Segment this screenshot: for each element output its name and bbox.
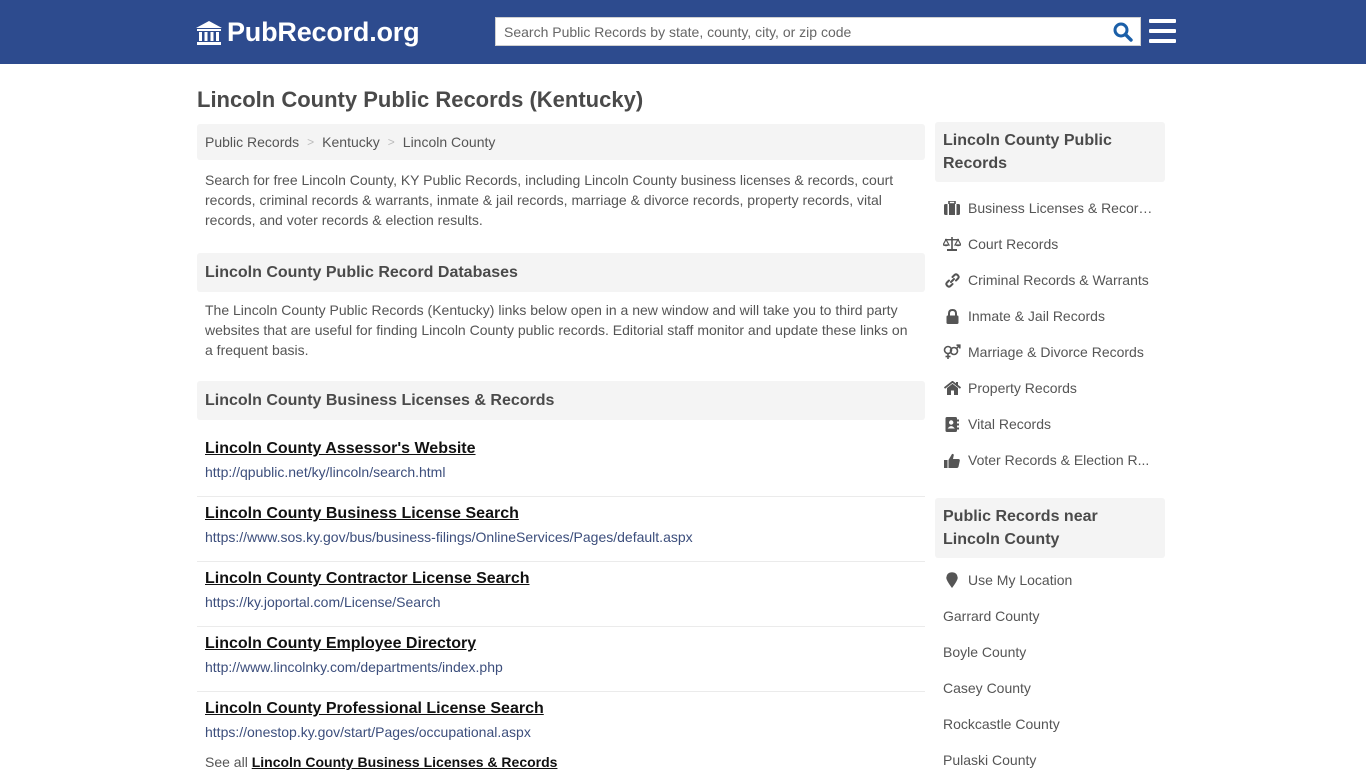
page-title: Lincoln County Public Records (Kentucky)	[197, 87, 644, 112]
link-url: http://www.lincolnky.com/departments/ind…	[205, 659, 503, 675]
nearby-county-link[interactable]: Rockcastle County	[935, 706, 1165, 742]
link-title[interactable]: Lincoln County Assessor's Website	[205, 439, 917, 458]
sidebar-nearby-heading: Public Records near Lincoln County	[935, 498, 1165, 558]
link-title[interactable]: Lincoln County Contractor License Search	[205, 569, 917, 588]
list-item: Lincoln County Assessor's Website http:/…	[197, 432, 925, 497]
top-nav-bar: PubRecord.org	[0, 0, 1366, 64]
databases-heading: Lincoln County Public Record Databases	[197, 253, 925, 292]
sidebar-item-marriage-records[interactable]: Marriage & Divorce Records	[935, 334, 1165, 370]
nearby-counties-list: Use My Location Garrard County Boyle Cou…	[935, 558, 1165, 778]
list-item: Lincoln County Contractor License Search…	[197, 562, 925, 627]
sidebar-records-list: Business Licenses & Records Court Record…	[935, 182, 1165, 478]
business-links-list: Lincoln County Assessor's Website http:/…	[197, 432, 925, 776]
sidebar-item-property-records[interactable]: Property Records	[935, 370, 1165, 406]
menu-bar	[1149, 19, 1176, 23]
sidebar-item-label: Business Licenses & Records	[968, 200, 1153, 216]
search-icon	[1113, 22, 1133, 42]
breadcrumb-separator: >	[307, 135, 315, 149]
thumbs-up-icon	[943, 452, 961, 468]
home-icon	[943, 380, 961, 396]
use-my-location-button[interactable]: Use My Location	[935, 562, 1165, 598]
search-input[interactable]	[496, 18, 1106, 45]
hamburger-menu-button[interactable]	[1149, 19, 1176, 43]
address-book-icon	[943, 416, 961, 432]
main-content: Public Records > Kentucky > Lincoln Coun…	[197, 124, 925, 776]
breadcrumb-lincoln-county[interactable]: Lincoln County	[403, 134, 496, 150]
sidebar-item-vital-records[interactable]: Vital Records	[935, 406, 1165, 442]
nearby-county-link[interactable]: Boyle County	[935, 634, 1165, 670]
sidebar-item-inmate-records[interactable]: Inmate & Jail Records	[935, 298, 1165, 334]
business-licenses-heading: Lincoln County Business Licenses & Recor…	[197, 381, 925, 420]
sidebar-item-criminal-records[interactable]: Criminal Records & Warrants	[935, 262, 1165, 298]
breadcrumb-kentucky[interactable]: Kentucky	[322, 134, 380, 150]
sidebar-item-business-licenses[interactable]: Business Licenses & Records	[935, 190, 1165, 226]
breadcrumb-public-records[interactable]: Public Records	[205, 134, 299, 150]
sidebar: Lincoln County Public Records Business L…	[935, 122, 1165, 778]
menu-bar	[1149, 39, 1176, 43]
link-url: https://www.sos.ky.gov/bus/business-fili…	[205, 529, 693, 545]
logo-text: PubRecord.org	[227, 17, 420, 47]
search-button[interactable]	[1106, 18, 1140, 45]
link-title[interactable]: Lincoln County Employee Directory	[205, 634, 917, 653]
link-icon	[943, 272, 961, 288]
sidebar-item-label: Court Records	[968, 236, 1059, 252]
breadcrumb: Public Records > Kentucky > Lincoln Coun…	[197, 124, 925, 160]
search-bar	[495, 17, 1141, 46]
nearby-county-link[interactable]: Casey County	[935, 670, 1165, 706]
nearby-county-link[interactable]: Garrard County	[935, 598, 1165, 634]
sidebar-item-label: Criminal Records & Warrants	[968, 272, 1149, 288]
list-item: Lincoln County Business License Search h…	[197, 497, 925, 562]
sidebar-item-label: Vital Records	[968, 416, 1052, 432]
link-url: https://onestop.ky.gov/start/Pages/occup…	[205, 724, 531, 740]
lock-icon	[943, 308, 961, 324]
intro-text: Search for free Lincoln County, KY Publi…	[205, 172, 894, 228]
menu-bar	[1149, 29, 1176, 33]
nearby-county-link[interactable]: Pulaski County	[935, 742, 1165, 778]
link-title[interactable]: Lincoln County Professional License Sear…	[205, 699, 917, 718]
sidebar-item-voter-records[interactable]: Voter Records & Election R...	[935, 442, 1165, 478]
sidebar-item-label: Marriage & Divorce Records	[968, 344, 1144, 360]
balance-scale-icon	[943, 236, 961, 252]
briefcase-icon	[943, 200, 961, 216]
see-all-row: See all Lincoln County Business Licenses…	[197, 748, 925, 776]
sidebar-item-label: Voter Records & Election R...	[968, 452, 1150, 468]
list-item: Lincoln County Employee Directory http:/…	[197, 627, 925, 692]
sidebar-item-label: Property Records	[968, 380, 1077, 396]
sidebar-item-court-records[interactable]: Court Records	[935, 226, 1165, 262]
site-logo[interactable]: PubRecord.org	[195, 17, 420, 48]
venus-mars-icon	[943, 344, 961, 360]
link-url: https://ky.joportal.com/License/Search	[205, 594, 441, 610]
map-marker-icon	[943, 572, 961, 588]
courthouse-icon	[196, 20, 222, 45]
breadcrumb-separator: >	[387, 135, 395, 149]
link-title[interactable]: Lincoln County Business License Search	[205, 504, 917, 523]
link-url: http://qpublic.net/ky/lincoln/search.htm…	[205, 464, 446, 480]
databases-description: The Lincoln County Public Records (Kentu…	[205, 302, 908, 358]
list-item: Lincoln County Professional License Sear…	[197, 692, 925, 748]
sidebar-records-heading: Lincoln County Public Records	[935, 122, 1165, 182]
use-my-location-label: Use My Location	[968, 572, 1073, 588]
sidebar-item-label: Inmate & Jail Records	[968, 308, 1105, 324]
